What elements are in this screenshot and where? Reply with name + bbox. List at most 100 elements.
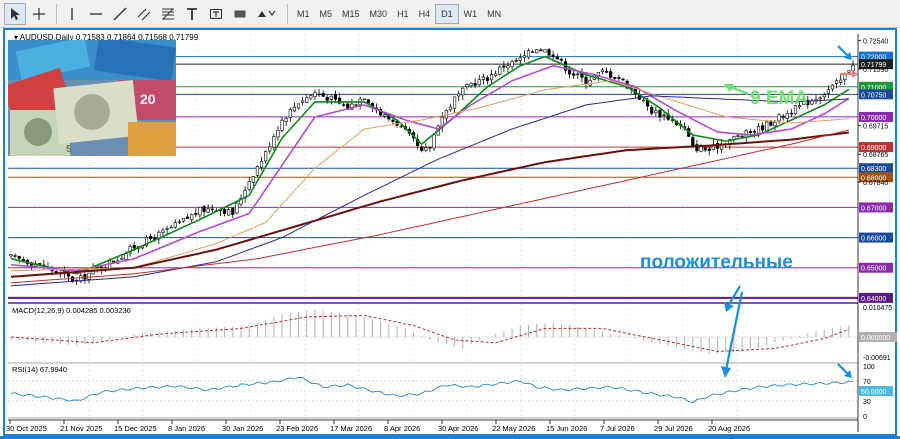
candle-body-down [584, 76, 588, 85]
price-level-label: 0.67000 [859, 202, 893, 213]
price-level-label: 0.68300 [859, 163, 893, 174]
candle-body-down [621, 78, 625, 81]
candle-body-up [699, 146, 703, 152]
candle-body-up [834, 80, 839, 84]
rsi-tick-label: 100 [863, 364, 875, 371]
candle-body-up [383, 114, 387, 117]
candle-body-up [329, 95, 333, 100]
candle-body-up [9, 254, 13, 257]
candle-body-up [736, 135, 740, 137]
time-tick-label: 20 Aug 2026 [708, 424, 750, 433]
candle-body-up [173, 222, 177, 228]
price-level-value: 0.69000 [861, 145, 886, 152]
candle-body-up [461, 87, 465, 96]
candle-body-down [366, 99, 370, 104]
rsi-title: RSI(14) 67.9940 [12, 365, 67, 374]
candle-body-up [165, 228, 169, 230]
candle-body-up [785, 113, 789, 119]
time-tick-label: 8 Jan 2026 [168, 424, 205, 433]
candle-body-down [789, 112, 793, 115]
candle-body-up [424, 147, 428, 151]
candle-body-up [535, 49, 539, 54]
candle-body-down [555, 56, 559, 60]
candle-body-up [292, 106, 297, 112]
candle-body-up [826, 89, 830, 94]
candle-body-up [177, 221, 182, 223]
candle-body-up [510, 60, 514, 68]
candle-body-up [765, 121, 769, 131]
price-level-value: 0.68300 [861, 166, 886, 173]
candle-body-up [531, 51, 535, 53]
candle-body-up [465, 84, 469, 88]
candle-body-down [748, 131, 752, 134]
price-level-value: 0.64000 [861, 296, 886, 303]
candle-body-up [494, 73, 498, 76]
candle [255, 165, 260, 177]
candle-body-up [489, 74, 494, 81]
candle-body-down [222, 209, 227, 214]
time-tick-label: 8 Apr 2026 [384, 424, 420, 433]
candle-body-down [231, 207, 235, 215]
candle-body-up [251, 176, 255, 183]
price-level-label: 0.70750 [859, 89, 893, 100]
candle-body-up [272, 136, 276, 148]
candle-body-up [235, 202, 239, 214]
candle-body-down [547, 49, 551, 56]
candle-body-down [551, 54, 555, 58]
candle-body-up [309, 95, 313, 99]
candle-body-up [777, 114, 781, 122]
candle-body-up [740, 135, 744, 138]
candle-body-up [181, 217, 186, 222]
russian-annotation-label: положительные [640, 252, 793, 273]
candle-body-up [313, 92, 317, 97]
candle-body-down [321, 93, 325, 97]
price-tick-label: 0.71590 [863, 67, 888, 74]
macd-tick-label: 0.000000 [861, 335, 890, 342]
candle-body-up [641, 99, 646, 102]
candle-body-up [756, 126, 761, 134]
candle-body-down [354, 104, 358, 106]
candle-body-up [120, 257, 124, 260]
rsi-tick-label: 30 [863, 399, 871, 406]
time-tick-label: 7 Jul 2026 [600, 424, 635, 433]
candle-body-up [654, 110, 658, 114]
candle-body-up [432, 134, 436, 149]
price-tick-label: 0.68765 [863, 152, 888, 159]
candle-body-up [284, 118, 288, 122]
candle-body-down [202, 206, 206, 213]
macd-tick-label: -0.00691 [863, 355, 891, 362]
candle-body-up [839, 79, 843, 83]
candle-body-up [247, 181, 251, 190]
arrow-rsi-shaft [837, 363, 849, 375]
candle-body-down [604, 71, 609, 73]
terminal-window: M1 M5 M15 M30 H1 H4 D1 W1 MN ▾ AUDUSD,Da… [0, 0, 900, 439]
candle-body-up [662, 114, 666, 116]
candle-body-down [333, 94, 338, 100]
candle-body-up [259, 161, 264, 168]
price-level-label: 0.70000 [859, 111, 893, 122]
candle-body-up [469, 83, 473, 87]
time-tick-label: 21 Nov 2025 [60, 424, 103, 433]
candle-body-down [485, 77, 490, 81]
candle-body-up [588, 80, 592, 86]
price-level-value: 0.70750 [861, 92, 886, 99]
candle-body-down [572, 73, 576, 76]
svg-text:5: 5 [66, 144, 72, 155]
time-tick-label: 15 Dec 2025 [114, 424, 157, 433]
candle-body-down [132, 245, 136, 249]
candle-body-up [288, 109, 292, 118]
candle-body-down [650, 106, 654, 114]
price-level-value: 0.65000 [861, 266, 886, 273]
candle-body-up [190, 214, 194, 220]
candle [498, 65, 502, 76]
macd-tick-label: 0.010475 [863, 305, 892, 312]
rsi-tick-label: 50.0000 [861, 389, 886, 396]
candle [535, 49, 539, 54]
time-tick-label: 23 Feb 2026 [276, 424, 318, 433]
candle-body-down [707, 148, 711, 151]
candle-body-down [83, 274, 87, 280]
candle-body-down [781, 115, 785, 118]
candle-body-up [264, 151, 268, 162]
rsi-panel: RSI(14) 67.9940 [8, 362, 858, 419]
candle-body-up [576, 73, 580, 76]
